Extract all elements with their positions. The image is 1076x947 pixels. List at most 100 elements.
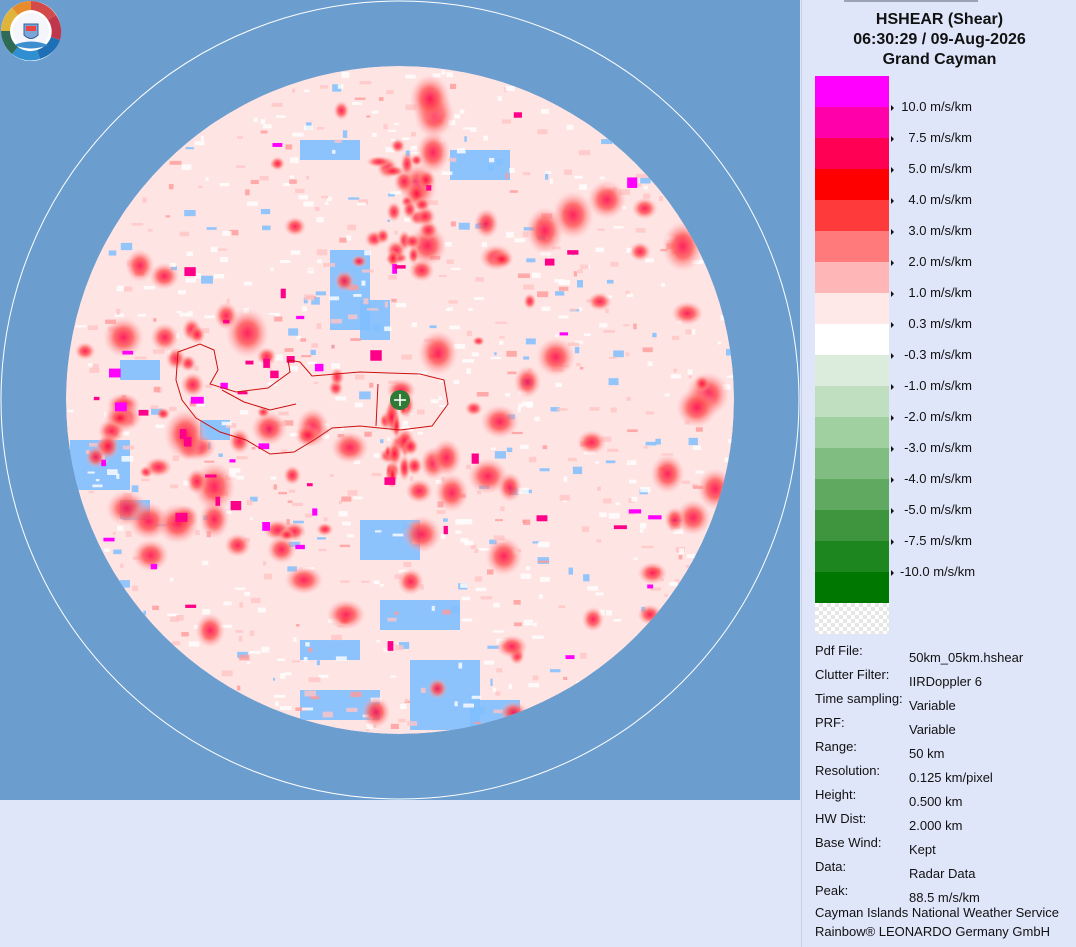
speckle — [123, 286, 133, 292]
speckle — [75, 325, 87, 328]
shear-cell — [434, 473, 469, 513]
speckle — [495, 519, 503, 522]
color-scale-label: 1.0 m/s/km — [891, 285, 972, 300]
speckle — [323, 517, 328, 522]
speckle — [497, 96, 502, 101]
speckle — [607, 448, 619, 452]
speckle — [609, 356, 617, 359]
speckle — [640, 523, 647, 529]
speckle — [249, 650, 261, 654]
color-swatch — [815, 138, 889, 169]
speckle — [317, 127, 325, 130]
speckle — [383, 648, 388, 653]
speckle — [303, 657, 308, 662]
no-echo-fleck — [316, 537, 326, 540]
speckle — [67, 409, 74, 413]
speckle — [346, 707, 358, 713]
no-echo-fleck — [315, 291, 327, 296]
speckle — [194, 141, 205, 146]
speckle — [615, 502, 621, 506]
color-scale-label: -1.0 m/s/km — [891, 378, 972, 393]
speckle — [520, 573, 531, 579]
color-swatch — [815, 572, 889, 603]
high-shear-cell — [426, 185, 432, 191]
speckle — [325, 201, 329, 205]
speckle — [261, 646, 270, 653]
high-shear-cell — [384, 477, 396, 485]
speckle — [461, 596, 471, 601]
speckle — [626, 293, 633, 297]
shear-cell — [499, 701, 528, 724]
no-echo-fleck — [506, 447, 513, 453]
color-scale-label: -2.0 m/s/km — [891, 409, 972, 424]
no-echo-fleck — [640, 177, 651, 184]
no-echo-fleck — [613, 350, 624, 358]
speckle — [287, 500, 293, 503]
speckle — [316, 249, 328, 256]
info-value: 50km_05km.hshear — [909, 650, 1024, 665]
no-echo-fleck — [688, 437, 698, 446]
color-swatch — [815, 448, 889, 479]
speckle — [121, 455, 134, 462]
speckle — [264, 573, 273, 580]
no-echo-fleck — [645, 441, 657, 446]
speckle — [459, 109, 465, 114]
speckle — [235, 629, 244, 633]
shear-cell — [650, 454, 685, 494]
info-key: Base Wind: — [815, 835, 882, 850]
no-echo-fleck — [429, 325, 437, 329]
color-swatch — [815, 293, 889, 324]
high-shear-cell — [122, 350, 134, 355]
speckle — [458, 662, 463, 669]
speckle — [134, 356, 147, 360]
speckle — [642, 347, 653, 353]
info-row: Peak: 88.5 m/s/km — [815, 883, 980, 905]
color-scale-label: -0.3 m/s/km — [891, 347, 972, 362]
speckle — [329, 296, 340, 301]
speckle — [88, 490, 94, 494]
speckle — [449, 325, 460, 330]
no-echo-fleck — [201, 275, 213, 284]
shear-cell — [329, 367, 345, 387]
speckle — [235, 587, 246, 590]
speckle — [169, 577, 174, 582]
shear-cell — [107, 408, 132, 428]
no-echo-patch — [450, 150, 510, 180]
high-shear-cell — [280, 288, 286, 299]
radar-map[interactable] — [0, 0, 800, 800]
speckle — [292, 660, 300, 663]
speckle — [338, 510, 348, 517]
shear-cell — [495, 634, 528, 659]
speckle — [390, 675, 397, 678]
no-echo-fleck — [523, 356, 530, 360]
speckle — [531, 272, 541, 278]
shear-cell — [464, 400, 483, 417]
speckle — [387, 437, 391, 441]
shear-cell — [427, 678, 448, 700]
speckle — [304, 294, 315, 301]
speckle — [538, 594, 543, 599]
no-echo-fleck — [348, 197, 360, 200]
high-shear-cell — [190, 396, 204, 404]
shear-cell — [144, 457, 173, 478]
speckle — [253, 117, 258, 123]
speckle — [356, 202, 367, 206]
speckle — [198, 185, 203, 188]
speckle — [131, 222, 144, 226]
speckle — [405, 74, 416, 79]
shear-cell — [676, 387, 718, 428]
shear-cell — [214, 301, 239, 330]
speckle — [268, 312, 276, 315]
color-swatch — [815, 76, 889, 107]
shear-cell — [407, 245, 420, 265]
info-row: Data: Radar Data — [815, 859, 975, 881]
shear-cell — [283, 216, 307, 237]
speckle — [417, 409, 425, 415]
color-scale-label: 4.0 m/s/km — [891, 192, 972, 207]
speckle — [292, 88, 296, 93]
shear-cell — [671, 301, 704, 326]
speckle — [660, 283, 666, 287]
footer-vendor: Rainbow® LEONARDO Germany GmbH — [815, 924, 1050, 939]
speckle — [143, 285, 155, 290]
no-echo-fleck — [583, 574, 590, 582]
